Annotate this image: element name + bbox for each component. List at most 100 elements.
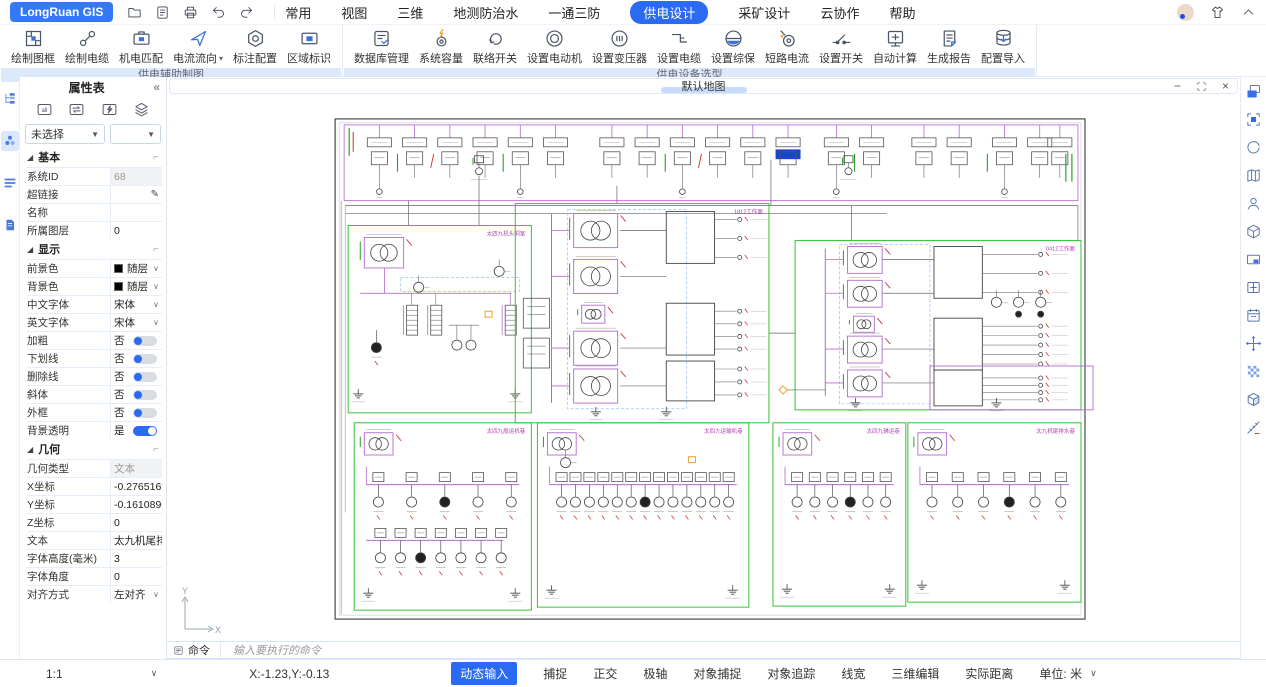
- move-icon[interactable]: [1245, 335, 1262, 352]
- property-value[interactable]: 随层∨: [111, 278, 162, 295]
- avatar[interactable]: [1177, 4, 1194, 21]
- measure-icon[interactable]: [1245, 419, 1262, 436]
- print-icon[interactable]: [183, 5, 198, 20]
- ribbon-button-联络开关[interactable]: 联络开关: [468, 26, 522, 68]
- left-rail-list[interactable]: [1, 173, 19, 193]
- section-pin-icon[interactable]: ⌐: [153, 152, 159, 163]
- menu-tab-一通三防[interactable]: 一通三防: [548, 3, 600, 22]
- property-value[interactable]: 左对齐∨: [111, 586, 162, 603]
- ribbon-button-机电匹配[interactable]: 机电匹配: [114, 26, 168, 68]
- menu-tab-供电设计[interactable]: 供电设计: [630, 1, 708, 24]
- section-pin-icon[interactable]: ⌐: [153, 444, 159, 455]
- section-header-几何[interactable]: ◢几何⌐: [20, 439, 166, 459]
- chevron-down-icon[interactable]: ∨: [153, 300, 159, 309]
- ribbon-button-设置开关[interactable]: 设置开关: [814, 26, 868, 68]
- ribbon-button-区域标识[interactable]: 区域标识: [282, 26, 336, 68]
- status-toggle-对象捕捉[interactable]: 对象捕捉: [693, 665, 741, 682]
- toggle-off[interactable]: [133, 354, 157, 364]
- left-rail-bookmark[interactable]: [1, 215, 19, 235]
- property-value[interactable]: -0.2765169: [111, 478, 162, 495]
- ribbon-button-标注配置[interactable]: 标注配置: [228, 26, 282, 68]
- property-value[interactable]: 0: [111, 222, 162, 239]
- circle-select-icon[interactable]: [1245, 139, 1262, 156]
- ribbon-button-设置综保[interactable]: 设置综保: [706, 26, 760, 68]
- status-toggle-线宽[interactable]: 线宽: [841, 665, 865, 682]
- zoom-chevron-icon[interactable]: ∨: [151, 668, 158, 679]
- chevron-down-icon[interactable]: ∨: [153, 318, 159, 327]
- redo-icon[interactable]: [239, 5, 254, 20]
- section-header-基本[interactable]: ◢基本⌐: [20, 147, 166, 167]
- ribbon-button-系统容量[interactable]: 系统容量: [414, 26, 468, 68]
- theme-shirt-icon[interactable]: [1210, 5, 1225, 20]
- filter-swap-icon[interactable]: [68, 101, 85, 118]
- ribbon-button-电流流向[interactable]: 电流流向▾: [168, 26, 228, 68]
- command-input[interactable]: 输入要执行的命令: [221, 642, 1240, 658]
- property-value[interactable]: 3: [111, 550, 162, 567]
- toggle-off[interactable]: [133, 372, 157, 382]
- capture-icon[interactable]: [1245, 251, 1262, 268]
- menu-tab-地测防治水[interactable]: 地测防治水: [453, 3, 518, 22]
- property-value[interactable]: 宋体∨: [111, 314, 162, 331]
- unit-selector[interactable]: 单位: 米∨: [1039, 665, 1096, 682]
- toggle-off[interactable]: [133, 390, 157, 400]
- ribbon-button-自动计算[interactable]: 自动计算: [868, 26, 922, 68]
- menu-tab-三维[interactable]: 三维: [397, 3, 423, 22]
- property-value[interactable]: 随层∨: [111, 260, 162, 277]
- minimize-icon[interactable]: −: [1172, 81, 1183, 92]
- canvas-tab-default-map[interactable]: 默认地图: [668, 78, 740, 94]
- filter-lightning-icon[interactable]: [101, 101, 118, 118]
- undo-icon[interactable]: [211, 5, 226, 20]
- left-rail-scene-dots[interactable]: [1, 131, 19, 151]
- property-value[interactable]: 0: [111, 568, 162, 585]
- grid-icon[interactable]: [1245, 363, 1262, 380]
- chevron-down-icon[interactable]: ▾: [219, 54, 223, 63]
- focus-extent-icon[interactable]: [1245, 111, 1262, 128]
- ribbon-button-短路电流[interactable]: 短路电流: [760, 26, 814, 68]
- collapse-panel-icon[interactable]: «: [153, 80, 160, 94]
- ribbon-button-绘制电缆[interactable]: 绘制电缆: [60, 26, 114, 68]
- ribbon-button-数据库管理[interactable]: 数据库管理: [349, 26, 414, 68]
- filter-layers-icon[interactable]: [133, 101, 150, 118]
- drawing-canvas[interactable]: 太四九机头硐室1812工作面0412工作面太四九胶运机巷太四九运输机巷太四九辅运…: [167, 94, 1240, 641]
- property-value[interactable]: [111, 204, 162, 221]
- layers-window-icon[interactable]: [1245, 83, 1262, 100]
- property-value[interactable]: ✎: [111, 186, 162, 203]
- property-value[interactable]: 太九机尾排:: [111, 532, 162, 549]
- left-rail-layer-tree[interactable]: [1, 89, 19, 109]
- property-value[interactable]: 否: [111, 404, 162, 421]
- status-toggle-三维编辑[interactable]: 三维编辑: [891, 665, 939, 682]
- ribbon-button-生成报告[interactable]: 生成报告: [922, 26, 976, 68]
- app-brand[interactable]: LongRuan GIS: [10, 2, 113, 22]
- properties-select-1[interactable]: 未选择▼: [25, 124, 105, 144]
- property-value[interactable]: 否: [111, 386, 162, 403]
- filter-all-icon[interactable]: all: [36, 101, 53, 118]
- new-file-icon[interactable]: [155, 5, 170, 20]
- ribbon-button-配置导入[interactable]: 配置导入: [976, 26, 1030, 68]
- toggle-off[interactable]: [133, 336, 157, 346]
- chevron-down-icon[interactable]: ∨: [153, 282, 159, 291]
- toggle-on[interactable]: [133, 426, 157, 436]
- ribbon-button-设置变压器[interactable]: 设置变压器: [587, 26, 652, 68]
- property-value[interactable]: -0.1610896: [111, 496, 162, 513]
- user-icon[interactable]: [1245, 195, 1262, 212]
- chevron-down-icon[interactable]: ∨: [153, 590, 159, 599]
- menu-tab-采矿设计[interactable]: 采矿设计: [738, 3, 790, 22]
- property-value[interactable]: 否: [111, 350, 162, 367]
- menu-tab-帮助[interactable]: 帮助: [889, 3, 915, 22]
- status-toggle-实际距离[interactable]: 实际距离: [965, 665, 1013, 682]
- properties-select-2[interactable]: ▼: [110, 124, 161, 144]
- map-sheet-icon[interactable]: [1245, 167, 1262, 184]
- ribbon-button-绘制图框[interactable]: 绘制图框: [6, 26, 60, 68]
- maximize-icon[interactable]: [1196, 81, 1207, 92]
- ribbon-button-设置电缆[interactable]: 设置电缆: [652, 26, 706, 68]
- property-value[interactable]: 宋体∨: [111, 296, 162, 313]
- chevron-down-icon[interactable]: ∨: [153, 264, 159, 273]
- status-toggle-动态输入[interactable]: 动态输入: [451, 662, 517, 685]
- close-icon[interactable]: ×: [1220, 81, 1231, 92]
- ribbon-button-设置电动机[interactable]: 设置电动机: [522, 26, 587, 68]
- calendar-icon[interactable]: [1245, 307, 1262, 324]
- property-value[interactable]: 否: [111, 368, 162, 385]
- collapse-ribbon-icon[interactable]: [1241, 5, 1256, 20]
- section-pin-icon[interactable]: ⌐: [153, 244, 159, 255]
- zoom-ratio[interactable]: 1:1: [46, 667, 63, 681]
